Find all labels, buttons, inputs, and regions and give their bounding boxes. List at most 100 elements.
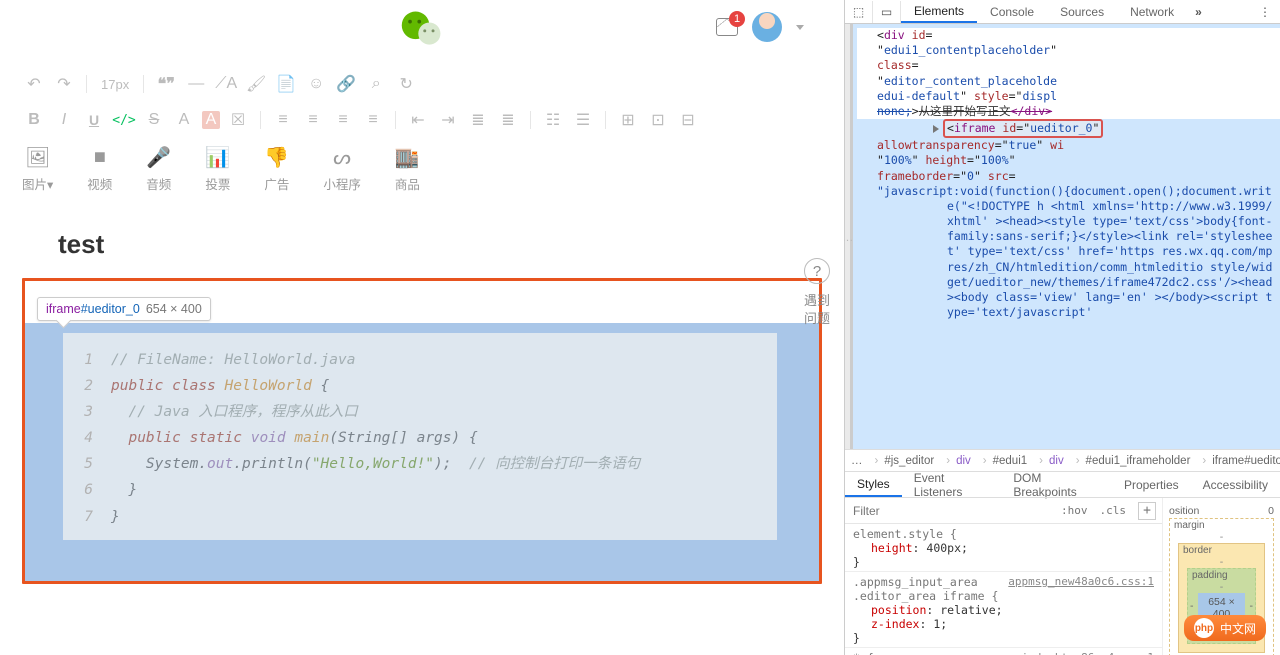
- code-button[interactable]: </>: [112, 108, 136, 132]
- tab-sources[interactable]: Sources: [1047, 0, 1117, 23]
- format-painter-button[interactable]: 🖌: [244, 72, 268, 96]
- tab-console[interactable]: Console: [977, 0, 1047, 23]
- toolbar: ↶ ↷ 17px ❝❞ — ⟋A 🖌 📄 ☺ 🔗 ⌕ ↻ B I U </> S…: [0, 58, 844, 138]
- tab-elements[interactable]: Elements: [901, 0, 977, 23]
- toolbar-row-2: B I U </> S A A ☒ ≡ ≡ ≡ ≡ ⇤ ⇥ ≣ ≣ ☷ ☰ ⊞ …: [22, 102, 822, 138]
- new-rule-button[interactable]: +: [1138, 502, 1156, 520]
- css-rule[interactable]: appmsg_new48a0c6.css:1 .appmsg_input_are…: [845, 572, 1162, 648]
- indent-button[interactable]: ⇥: [436, 108, 460, 132]
- styles-filter-row: :hov .cls +: [845, 498, 1162, 524]
- bm-border-label: border: [1183, 545, 1212, 556]
- underline-button[interactable]: U: [82, 108, 106, 132]
- inspector-tooltip: iframe#ueditor_0654 × 400: [37, 297, 211, 321]
- code-text: // FileName: HelloWorld.java: [111, 347, 355, 373]
- outdent-button[interactable]: ⇤: [406, 108, 430, 132]
- link-button[interactable]: 🔗: [334, 72, 358, 96]
- font-size-select[interactable]: 17px: [97, 72, 133, 96]
- emoji-button[interactable]: ☺: [304, 72, 328, 96]
- align-right-button[interactable]: ≡: [331, 108, 355, 132]
- php-logo-icon: php: [1194, 618, 1214, 638]
- insert-video-button[interactable]: ■视频: [87, 146, 112, 193]
- insert-audio-button[interactable]: 🎤音频: [146, 146, 171, 193]
- tab-event-listeners[interactable]: Event Listeners: [902, 472, 1002, 497]
- help-panel[interactable]: ? 遇到问题: [796, 258, 838, 327]
- cls-toggle[interactable]: .cls: [1094, 504, 1133, 517]
- styles-filter-input[interactable]: [845, 500, 1055, 522]
- devtools-menu-button[interactable]: ⋮: [1251, 5, 1280, 19]
- expand-icon[interactable]: [933, 125, 939, 133]
- reset-button[interactable]: ↻: [394, 72, 418, 96]
- image-icon: 🖼: [27, 146, 49, 168]
- tooltip-id: #ueditor_0: [81, 302, 140, 316]
- article-title-input[interactable]: test: [22, 217, 822, 268]
- align-left-button[interactable]: ≡: [271, 108, 295, 132]
- forecolor-button[interactable]: A: [172, 108, 196, 132]
- header: 1: [0, 0, 844, 58]
- rule-source-link[interactable]: appmsg_new48a0c6.css:1: [1008, 575, 1154, 588]
- dom-tree[interactable]: <div id= "edui1_contentplaceholder" clas…: [853, 24, 1280, 449]
- tab-accessibility[interactable]: Accessibility: [1191, 472, 1280, 497]
- spacing-button[interactable]: ≣: [496, 108, 520, 132]
- insert-label: 小程序: [323, 174, 361, 193]
- backcolor-button[interactable]: A: [202, 111, 220, 129]
- italic-button[interactable]: I: [52, 108, 76, 132]
- tabs-overflow-button[interactable]: »: [1187, 5, 1209, 19]
- bold-button[interactable]: B: [22, 108, 46, 132]
- editor-iframe[interactable]: iframe#ueditor_0654 × 400 1// FileName: …: [22, 278, 822, 584]
- float-left-button[interactable]: ⊞: [616, 108, 640, 132]
- float-right-button[interactable]: ⊡: [646, 108, 670, 132]
- rule-source-link[interactable]: weui-deskto…86ce4.css:1: [1002, 651, 1154, 655]
- css-rule[interactable]: element.style { height: 400px; }: [845, 524, 1162, 572]
- insert-ad-button[interactable]: 👎广告: [264, 146, 289, 193]
- bc-item[interactable]: iframe#ueditor_0: [1196, 455, 1280, 467]
- strike-button[interactable]: S: [142, 108, 166, 132]
- tab-styles[interactable]: Styles: [845, 472, 902, 497]
- align-center-button[interactable]: ≡: [301, 108, 325, 132]
- avatar[interactable]: [752, 12, 782, 42]
- css-rule[interactable]: weui-deskto…86ce4.css:1 * {: [845, 648, 1162, 655]
- selected-node[interactable]: <iframe id="ueditor_0": [857, 119, 1280, 138]
- help-icon: ?: [804, 258, 830, 284]
- notifications-button[interactable]: 1: [716, 18, 738, 36]
- bc-item[interactable]: div: [940, 455, 977, 467]
- separator: [143, 75, 144, 93]
- clear-format-button[interactable]: ⟋A: [214, 72, 238, 96]
- rule-selector: element.style {: [853, 527, 1154, 541]
- css-rules[interactable]: :hov .cls + element.style { height: 400p…: [845, 498, 1162, 655]
- insert-label: 视频: [87, 174, 112, 193]
- tab-properties[interactable]: Properties: [1112, 472, 1191, 497]
- bc-item[interactable]: #edui1_iframeholder: [1070, 455, 1197, 467]
- undo-button[interactable]: ↶: [22, 72, 46, 96]
- tab-network[interactable]: Network: [1117, 0, 1187, 23]
- caret-down-icon[interactable]: [796, 25, 804, 30]
- bc-item[interactable]: div: [1033, 455, 1070, 467]
- help-text: 遇到问题: [804, 292, 830, 327]
- insert-product-button[interactable]: 🏬商品: [395, 146, 420, 193]
- inspect-element-button[interactable]: ⬚: [845, 1, 873, 23]
- bc-item[interactable]: …: [845, 455, 869, 467]
- find-button[interactable]: ⌕: [364, 72, 388, 96]
- hov-toggle[interactable]: :hov: [1055, 504, 1094, 517]
- remove-format-button[interactable]: ☒: [226, 108, 250, 132]
- bc-item[interactable]: #js_editor: [869, 455, 941, 467]
- header-right: 1: [716, 12, 804, 42]
- elements-tree[interactable]: … <div id= "edui1_contentplaceholder" cl…: [845, 24, 1280, 449]
- breadcrumb[interactable]: … #js_editor div #edui1 div #edui1_ifram…: [845, 449, 1280, 471]
- paste-button[interactable]: 📄: [274, 72, 298, 96]
- bc-item[interactable]: #edui1: [977, 455, 1033, 467]
- float-none-button[interactable]: ⊟: [676, 108, 700, 132]
- tooltip-tag: iframe: [46, 302, 81, 316]
- device-toggle-button[interactable]: ▭: [873, 1, 901, 23]
- blockquote-button[interactable]: ❝❞: [154, 72, 178, 96]
- ordered-list-button[interactable]: ☷: [541, 108, 565, 132]
- insert-vote-button[interactable]: 📊投票: [205, 146, 230, 193]
- devtools-tabs: ⬚ ▭ Elements Console Sources Network » ⋮: [845, 0, 1280, 24]
- redo-button[interactable]: ↷: [52, 72, 76, 96]
- align-justify-button[interactable]: ≡: [361, 108, 385, 132]
- lineheight-button[interactable]: ≣: [466, 108, 490, 132]
- unordered-list-button[interactable]: ☰: [571, 108, 595, 132]
- hr-button[interactable]: —: [184, 72, 208, 96]
- insert-image-button[interactable]: 🖼图片▾: [22, 146, 53, 193]
- insert-miniprogram-button[interactable]: ᔕ小程序: [323, 146, 361, 193]
- tab-dom-breakpoints[interactable]: DOM Breakpoints: [1001, 472, 1112, 497]
